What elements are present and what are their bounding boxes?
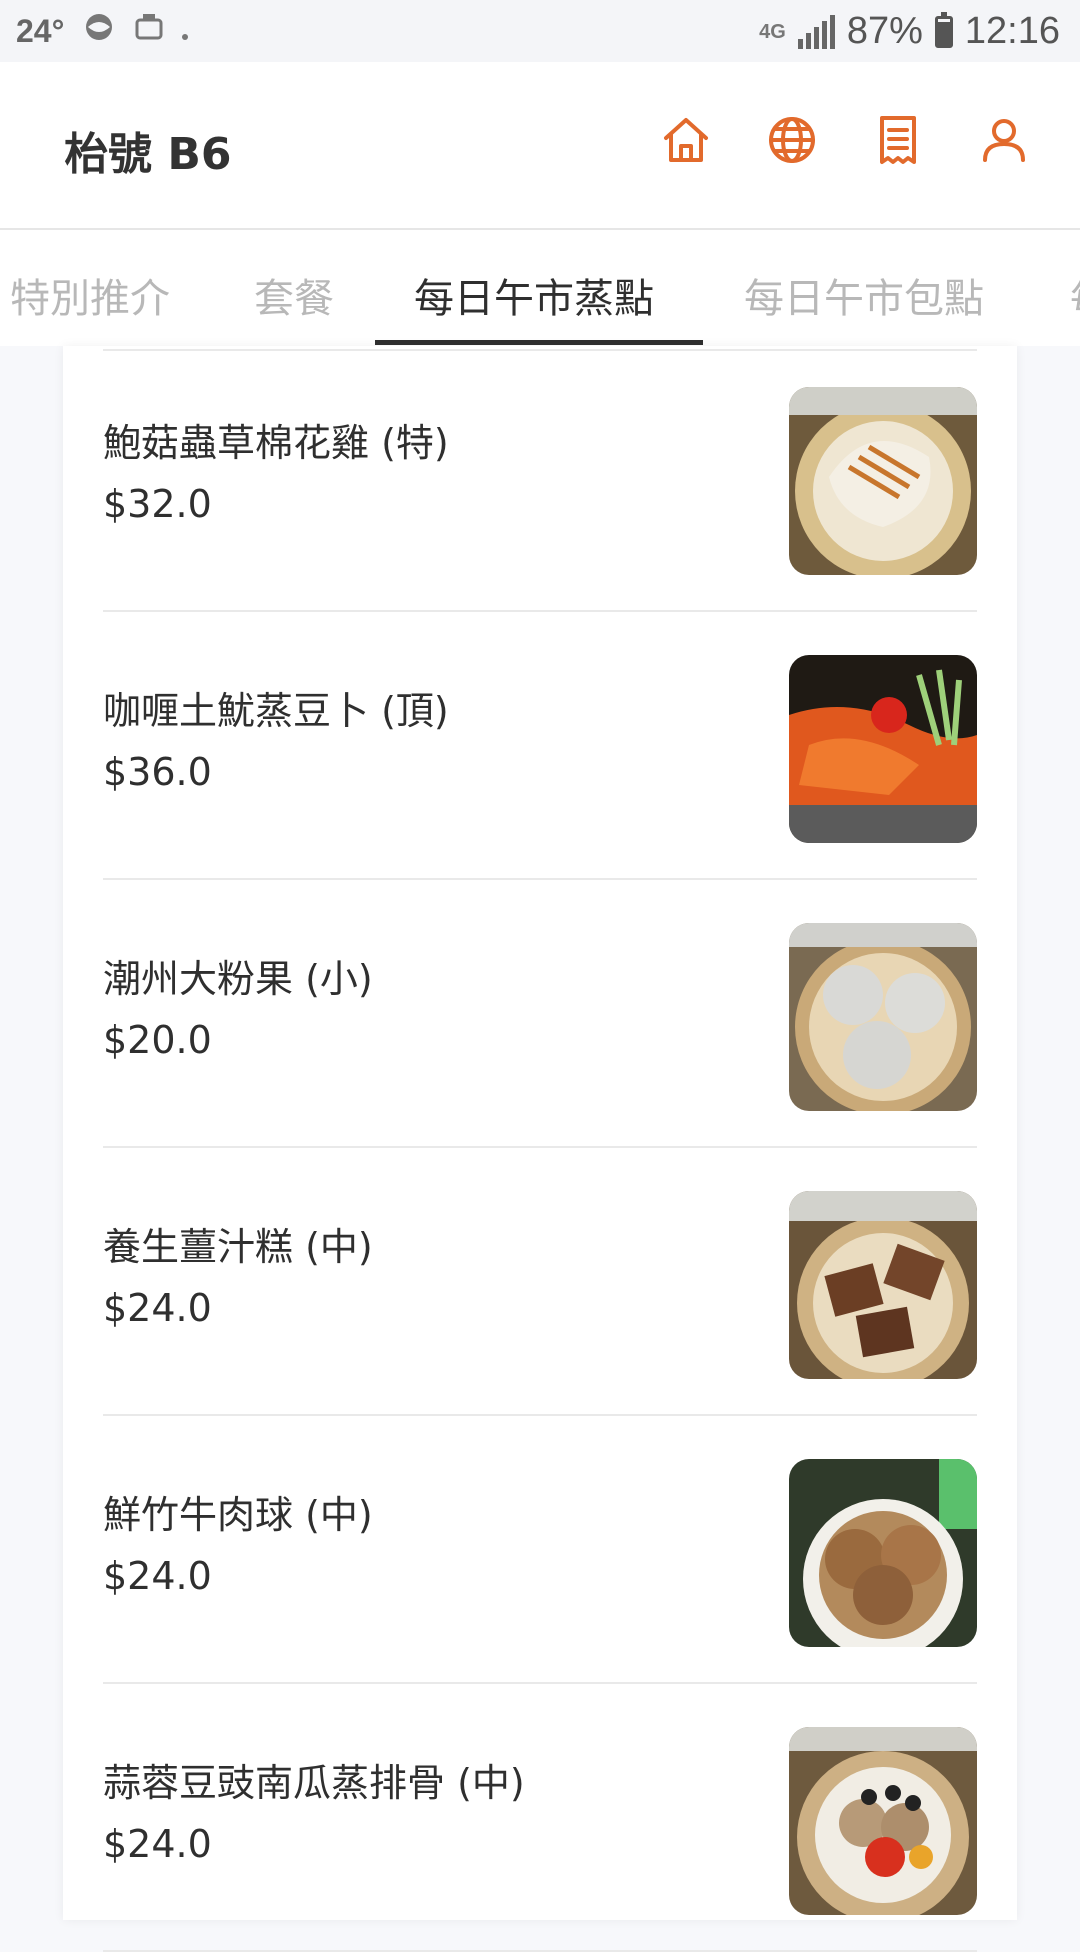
tab-lunch-buns[interactable]: 每日午市包點 <box>744 266 984 324</box>
item-price: $24.0 <box>103 1554 212 1598</box>
item-photo[interactable] <box>789 387 977 575</box>
globe-icon[interactable] <box>766 114 818 166</box>
item-name: 養生薑汁糕 (中) <box>103 1225 373 1269</box>
divider <box>103 1414 977 1416</box>
tab-lunch-steamed[interactable]: 每日午市蒸點 <box>414 266 654 324</box>
menu-item[interactable]: 養生薑汁糕 (中) $24.0 <box>103 1150 977 1416</box>
divider <box>103 878 977 880</box>
header-actions <box>660 114 1030 166</box>
item-name: 鮮竹牛肉球 (中) <box>103 1493 373 1537</box>
home-icon[interactable] <box>660 114 712 166</box>
item-name: 蒜蓉豆豉南瓜蒸排骨 (中) <box>103 1761 525 1805</box>
item-photo[interactable] <box>789 655 977 843</box>
tab-special[interactable]: 特別推介 <box>10 266 170 324</box>
menu-item[interactable]: 鮑菇蟲草棉花雞 (特) $32.0 <box>103 346 977 612</box>
item-price: $24.0 <box>103 1822 212 1866</box>
item-name: 鮑菇蟲草棉花雞 (特) <box>103 421 449 465</box>
tab-next-partial[interactable]: 每 <box>1070 266 1080 324</box>
tab-set-meal[interactable]: 套餐 <box>254 266 334 324</box>
item-name: 潮州大粉果 (小) <box>103 957 373 1001</box>
menu-item[interactable]: 潮州大粉果 (小) $20.0 <box>103 882 977 1148</box>
status-left: 24° <box>16 12 190 50</box>
battery-percent: 87% <box>846 10 923 52</box>
user-icon[interactable] <box>978 114 1030 166</box>
app-notification-icon <box>134 12 164 50</box>
menu-item[interactable]: 蒜蓉豆豉南瓜蒸排骨 (中) $24.0 <box>103 1686 977 1952</box>
divider <box>103 610 977 612</box>
menu-item[interactable]: 咖喱土魷蒸豆卜 (頂) $36.0 <box>103 614 977 880</box>
app-header: 枱號 B6 <box>0 62 1080 230</box>
weather-icon <box>80 12 118 50</box>
item-price: $20.0 <box>103 1018 212 1062</box>
menu-item[interactable]: 鮮竹牛肉球 (中) $24.0 <box>103 1418 977 1684</box>
signal-icon <box>797 14 835 49</box>
item-photo[interactable] <box>789 923 977 1111</box>
item-photo[interactable] <box>789 1459 977 1647</box>
notification-dot-icon <box>180 13 190 50</box>
status-bar: 24° 4G 87% 12:16 <box>0 0 1080 62</box>
page-title: 枱號 B6 <box>64 129 232 180</box>
clock: 12:16 <box>964 10 1060 52</box>
item-price: $36.0 <box>103 750 212 794</box>
receipt-icon[interactable] <box>872 114 924 166</box>
item-price: $32.0 <box>103 482 212 526</box>
active-tab-indicator <box>375 340 703 345</box>
item-price: $24.0 <box>103 1286 212 1330</box>
item-photo[interactable] <box>789 1727 977 1915</box>
menu-list: 鮑菇蟲草棉花雞 (特) $32.0 咖喱土魷蒸豆卜 (頂) $36.0 潮州大粉… <box>63 346 1017 1952</box>
temperature: 24° <box>16 12 65 49</box>
network-type: 4G <box>759 20 786 43</box>
status-right: 4G 87% 12:16 <box>759 10 1060 53</box>
divider <box>103 1682 977 1684</box>
item-photo[interactable] <box>789 1191 977 1379</box>
divider <box>103 1146 977 1148</box>
battery-icon <box>934 11 953 48</box>
category-tabs: 特別推介 套餐 每日午市蒸點 每日午市包點 每 <box>0 230 1080 346</box>
item-name: 咖喱土魷蒸豆卜 (頂) <box>103 689 449 733</box>
